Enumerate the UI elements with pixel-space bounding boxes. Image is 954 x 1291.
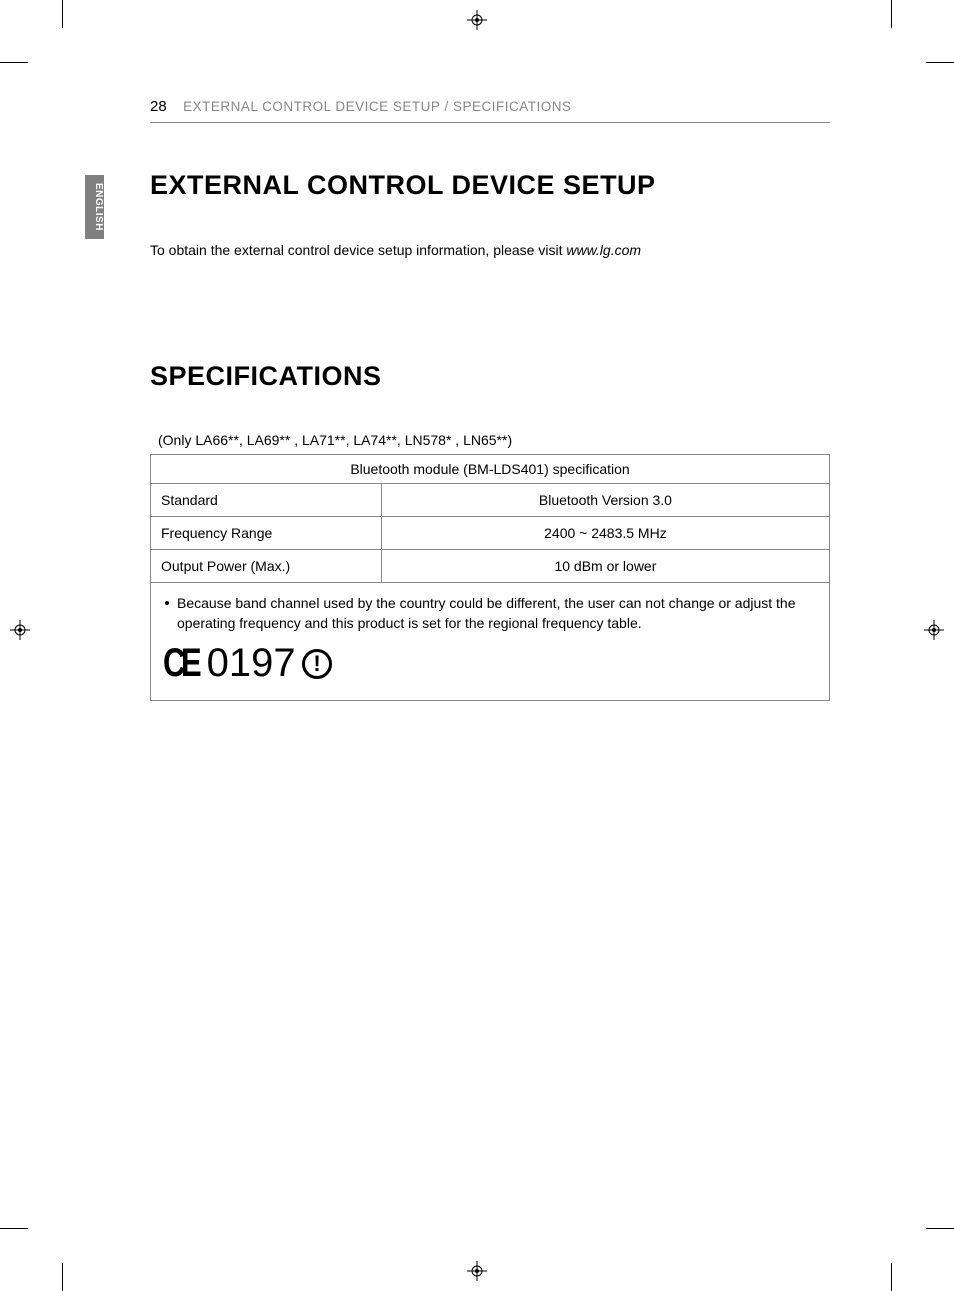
spec-note-cell: Because band channel used by the country… [151, 582, 830, 701]
crop-mark [62, 0, 63, 28]
manual-page: ENGLISH 28 EXTERNAL CONTROL DEVICE SETUP… [0, 0, 954, 1291]
external-control-body: To obtain the external control device se… [150, 241, 830, 261]
page-header: 28 EXTERNAL CONTROL DEVICE SETUP / SPECI… [150, 98, 830, 123]
crop-mark [926, 1228, 954, 1229]
section-heading-external-control: EXTERNAL CONTROL DEVICE SETUP [150, 170, 830, 201]
models-applicability-note: (Only LA66**, LA69** , LA71**, LA74**, L… [158, 432, 830, 448]
table-row: Output Power (Max.) 10 dBm or lower [151, 549, 830, 582]
bluetooth-spec-table: Bluetooth module (BM-LDS401) specificati… [150, 454, 830, 702]
ce-logo-icon: CE [163, 641, 197, 686]
crop-mark [891, 0, 892, 28]
spec-label: Frequency Range [151, 516, 382, 549]
specifications-section: SPECIFICATIONS (Only LA66**, LA69** , LA… [150, 361, 830, 702]
ce-number: 0197 [207, 641, 296, 686]
note-bullet-row: Because band channel used by the country… [163, 593, 817, 634]
page-content: EXTERNAL CONTROL DEVICE SETUP To obtain … [150, 170, 830, 701]
body-link-text: www.lg.com [566, 242, 641, 258]
bullet-icon [165, 601, 169, 605]
registration-mark-icon [924, 620, 944, 640]
registration-mark-icon [467, 1261, 487, 1281]
page-number: 28 [150, 98, 167, 115]
table-row: Because band channel used by the country… [151, 582, 830, 701]
spec-note-text: Because band channel used by the country… [177, 593, 817, 634]
alert-circle-icon: ! [302, 649, 332, 679]
crop-mark [891, 1263, 892, 1291]
section-heading-specifications: SPECIFICATIONS [150, 361, 830, 392]
language-tab: ENGLISH [85, 175, 104, 239]
crop-mark [62, 1263, 63, 1291]
spec-label: Standard [151, 483, 382, 516]
spec-value: Bluetooth Version 3.0 [381, 483, 829, 516]
crop-mark [926, 62, 954, 63]
crop-mark [0, 1228, 28, 1229]
table-row: Bluetooth module (BM-LDS401) specificati… [151, 454, 830, 483]
spec-label: Output Power (Max.) [151, 549, 382, 582]
ce-mark: CE 0197 ! [163, 641, 817, 686]
header-title: EXTERNAL CONTROL DEVICE SETUP / SPECIFIC… [183, 99, 571, 114]
table-row: Standard Bluetooth Version 3.0 [151, 483, 830, 516]
table-row: Frequency Range 2400 ~ 2483.5 MHz [151, 516, 830, 549]
registration-mark-icon [10, 620, 30, 640]
table-title-cell: Bluetooth module (BM-LDS401) specificati… [151, 454, 830, 483]
body-text-prefix: To obtain the external control device se… [150, 242, 566, 258]
spec-value: 2400 ~ 2483.5 MHz [381, 516, 829, 549]
crop-mark [0, 62, 28, 63]
spec-value: 10 dBm or lower [381, 549, 829, 582]
registration-mark-icon [467, 10, 487, 30]
